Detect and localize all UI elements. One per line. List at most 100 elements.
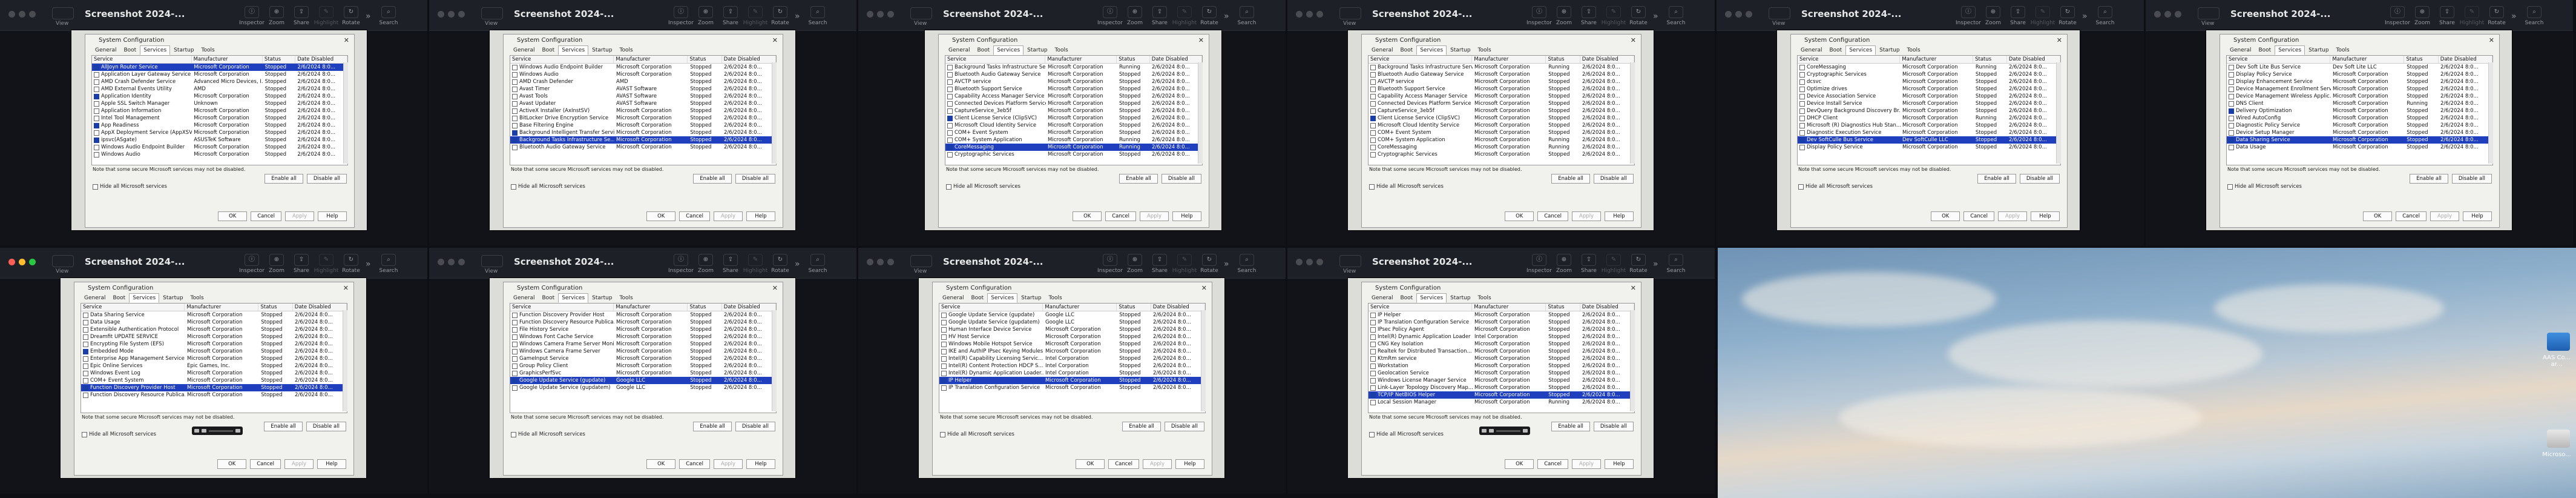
table-row[interactable]: AMD Crash Defender Service Advanced Micro… [92,78,347,85]
table-row[interactable]: Diagnostic Execution Service Microsoft Co… [1798,129,2060,136]
table-row[interactable]: GraphicsPerfSvc Microsoft Corporation Stop… [510,370,776,377]
service-checkbox[interactable] [1370,86,1376,92]
zoom-window-button[interactable] [887,259,894,265]
service-checkbox[interactable] [1370,377,1376,383]
tab-services[interactable]: Services [2275,45,2305,55]
toolbar-zoom-button[interactable]: ⊕ Zoom [1554,6,1574,26]
service-checkbox[interactable] [512,356,518,362]
service-checkbox[interactable] [512,130,518,136]
toolbar-share-button[interactable]: ⇪ Share [1579,6,1599,26]
service-checkbox[interactable] [947,64,953,70]
table-row[interactable]: Bluetooth Audio Gateway Service Microsoft… [510,144,776,151]
hide-microsoft-checkbox[interactable] [82,431,87,437]
table-row[interactable]: Device Install Service Microsoft Corporat… [1798,100,2060,107]
table-row[interactable]: Client License Service (ClipSVC) Microsof… [945,115,1202,122]
table-row[interactable]: Windows Audio Microsoft Corporation Stoppe… [92,151,347,158]
toolbar-search-button[interactable]: ⌕ Search [378,6,399,26]
service-checkbox[interactable] [512,385,518,391]
tab-general[interactable]: General [510,293,538,303]
apply-button[interactable]: Apply [1140,211,1169,221]
hide-microsoft-services[interactable]: Hide all Microsoft services [1369,184,1444,190]
sidebar-toggle-button[interactable] [1339,255,1361,267]
close-window-button[interactable] [438,259,444,265]
table-row[interactable]: CaptureService_3eb5f Microsoft Corporatio… [1368,107,1634,115]
zoom-window-button[interactable] [458,259,465,265]
close-icon[interactable]: ✕ [2057,36,2062,44]
preview-window[interactable]: View Screenshot 2024-... ⓘ Inspector ⊕ Zoom ⇪ S… [0,248,427,494]
toolbar-share-button[interactable]: ⇪ Share [2008,6,2028,26]
hide-microsoft-services[interactable]: Hide all Microsoft services [946,184,1020,190]
preview-window[interactable]: View Screenshot 2024-... ⓘ Inspector ⊕ Zoom ⇪ S… [858,0,1286,246]
service-checkbox[interactable] [512,312,518,318]
column-header-status[interactable]: Status [1117,304,1151,311]
toolbar-inspector-button[interactable]: ⓘ Inspector [668,254,694,274]
table-row[interactable]: HV Host Service Microsoft Corporation Stop… [939,333,1205,340]
ok-button[interactable]: OK [1076,459,1105,469]
toolbar-zoom-button[interactable]: ⊕ Zoom [2412,6,2433,26]
service-checkbox[interactable] [512,348,518,354]
media-progress[interactable] [208,430,233,432]
zoom-window-button[interactable] [29,259,36,265]
ok-button[interactable]: OK [1505,211,1534,221]
tab-boot[interactable]: Boot [109,293,129,303]
table-row[interactable]: Display Policy Service Microsoft Corporat… [1798,144,2060,151]
service-checkbox[interactable] [83,327,88,333]
close-window-button[interactable] [8,259,15,265]
table-row[interactable]: Intel Tool Management Microsoft Corporati… [92,115,347,122]
service-checkbox[interactable] [83,377,88,383]
tab-services[interactable]: Services [129,293,160,303]
minimize-window-button[interactable] [19,11,25,18]
close-icon[interactable]: ✕ [1201,284,1207,292]
help-button[interactable]: Help [1175,459,1204,469]
enable-all-button[interactable]: Enable all [2410,174,2448,184]
tab-startup[interactable]: Startup [1017,293,1045,303]
sidebar-toggle-button[interactable] [1769,7,1790,19]
service-checkbox[interactable] [941,312,947,318]
tab-services[interactable]: Services [1416,293,1447,303]
service-checkbox[interactable] [1370,334,1376,340]
toolbar-share-button[interactable]: ⇪ Share [291,6,312,26]
table-row[interactable]: DNS Client Microsoft Corporation Running 2/… [2227,100,2492,107]
table-row[interactable]: Dreamfit UPDATE SERVICE Microsoft Corpora… [81,333,347,340]
table-row[interactable]: Background Tasks Infrastructure Serv... M… [1368,64,1634,71]
service-checkbox[interactable] [1370,144,1376,150]
preview-window[interactable]: View Screenshot 2024-... ⓘ Inspector ⊕ Zoom ⇪ S… [1717,0,2144,246]
service-checkbox[interactable] [1370,64,1376,70]
toolbar-rotate-button[interactable]: ↻ Rotate [341,6,361,26]
minimize-window-button[interactable] [1306,259,1313,265]
table-row[interactable]: Windows License Manager Service Microsoft… [1368,377,1634,384]
service-checkbox[interactable] [947,144,953,150]
table-row[interactable]: Windows Audio Microsoft Corporation Stoppe… [510,71,776,78]
toolbar-inspector-button[interactable]: ⓘ Inspector [1526,254,1552,274]
service-checkbox[interactable] [2229,137,2234,143]
media-controls[interactable] [191,427,243,435]
table-row[interactable]: COM+ System Application Microsoft Corpora… [1368,136,1634,144]
column-header-date-disabled[interactable]: Date Disabled [2439,56,2492,63]
table-row[interactable]: Cryptographic Services Microsoft Corporat… [1368,151,1634,158]
service-checkbox[interactable] [512,137,518,143]
service-checkbox[interactable] [2229,130,2234,136]
table-row[interactable]: Data Sharing Service Microsoft Corporatio… [81,311,347,319]
table-row[interactable]: Application Layer Gateway Service Microso… [92,71,347,78]
service-checkbox[interactable] [1370,93,1376,99]
more-tools-icon[interactable]: » [795,259,803,269]
toolbar-inspector-button[interactable]: ⓘ Inspector [1097,254,1123,274]
service-checkbox[interactable] [941,385,947,391]
tab-services[interactable]: Services [140,45,171,55]
table-row[interactable]: Microsoft Cloud Identity Service Microsof… [945,122,1202,129]
tab-boot[interactable]: Boot [1396,45,1416,55]
service-checkbox[interactable] [1370,348,1376,354]
tab-boot[interactable]: Boot [1825,45,1845,55]
table-row[interactable]: Google Update Service (gupdate) Google LL… [510,377,776,384]
traffic-lights[interactable] [438,259,465,265]
column-header-manufacturer[interactable]: Manufacturer [614,56,688,63]
service-checkbox[interactable] [947,79,953,85]
desktop-item-label[interactable]: Microso... [2538,451,2575,458]
toolbar-rotate-button[interactable]: ↻ Rotate [770,6,790,26]
service-checkbox[interactable] [512,319,518,325]
volume-icon[interactable] [235,429,240,433]
table-row[interactable]: Device Association Service Microsoft Corp… [1798,93,2060,100]
service-checkbox[interactable] [2229,86,2234,92]
service-checkbox[interactable] [512,327,518,333]
enable-all-button[interactable]: Enable all [1119,174,1158,184]
